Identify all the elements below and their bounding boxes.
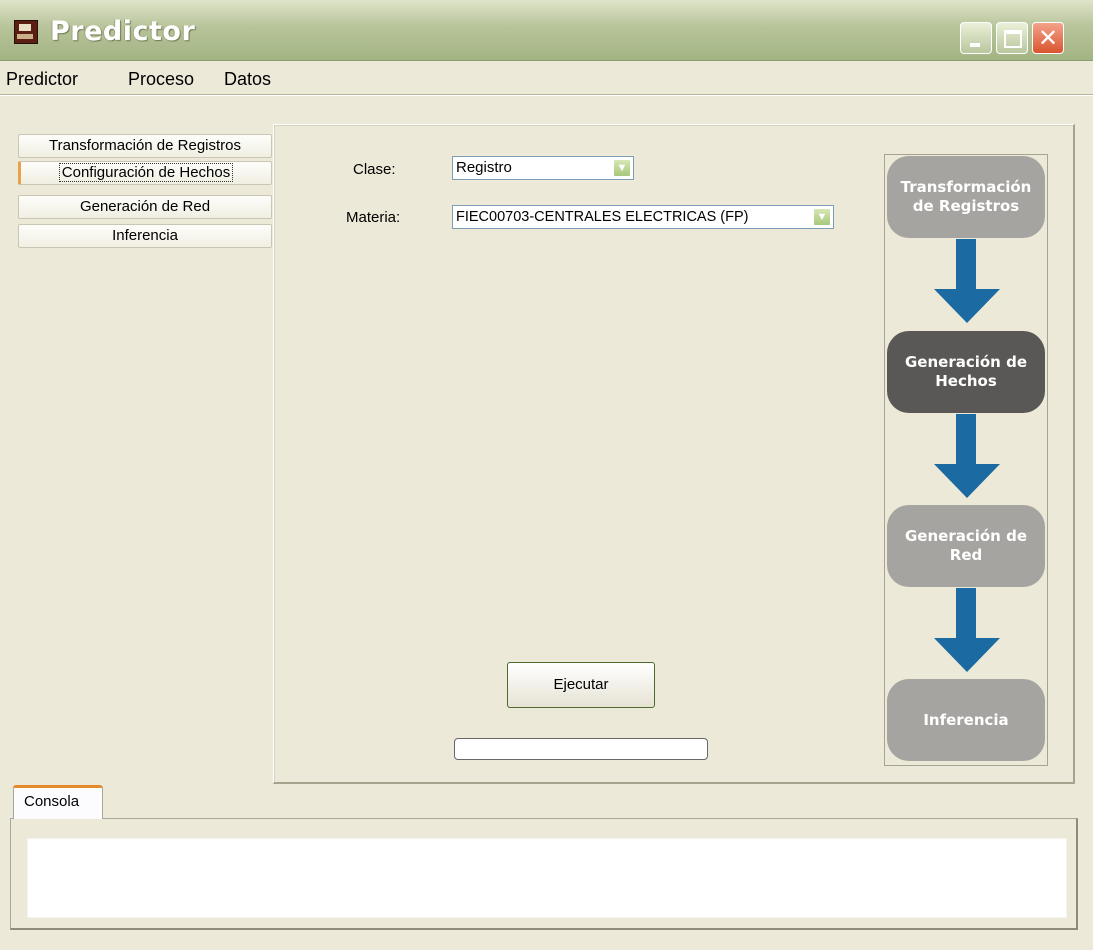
window-title: Predictor	[50, 16, 196, 47]
flow-step-inferencia: Inferencia	[887, 679, 1045, 761]
menu-bar: Predictor Proceso Datos	[0, 62, 1093, 95]
minimize-icon	[970, 43, 980, 47]
title-bar[interactable]: Predictor ✕	[0, 0, 1093, 61]
nav-label: Configuración de Hechos	[58, 163, 234, 182]
progress-bar	[454, 738, 708, 760]
nav-inferencia[interactable]: Inferencia	[18, 224, 272, 248]
minimize-button[interactable]	[960, 22, 992, 54]
arrow-down-icon	[934, 414, 1000, 498]
flow-step-generacion-red: Generación de Red	[887, 505, 1045, 587]
nav-configuracion-hechos[interactable]: Configuración de Hechos	[18, 161, 272, 185]
nav-label: Inferencia	[112, 227, 178, 244]
menu-proceso[interactable]: Proceso	[128, 69, 194, 89]
flow-step-transformacion: Transformación de Registros	[887, 156, 1045, 238]
menu-datos[interactable]: Datos	[224, 69, 271, 89]
close-icon: ✕	[1037, 24, 1059, 52]
chevron-down-icon[interactable]: ▼	[813, 208, 831, 226]
materia-select[interactable]: FIEC00703-CENTRALES ELECTRICAS (FP) ▼	[452, 205, 834, 229]
arrow-down-icon	[934, 239, 1000, 323]
clase-value: Registro	[456, 159, 512, 176]
materia-label: Materia:	[346, 209, 401, 226]
clase-label: Clase:	[353, 161, 396, 178]
materia-value: FIEC00703-CENTRALES ELECTRICAS (FP)	[456, 209, 749, 225]
maximize-icon	[1004, 30, 1022, 48]
console-output[interactable]	[27, 838, 1067, 918]
arrow-down-icon	[934, 588, 1000, 672]
clase-select[interactable]: Registro ▼	[452, 156, 634, 180]
menu-predictor[interactable]: Predictor	[6, 69, 78, 89]
chevron-down-icon[interactable]: ▼	[613, 159, 631, 177]
maximize-button[interactable]	[996, 22, 1028, 54]
tab-consola[interactable]: Consola	[13, 785, 103, 819]
app-icon	[14, 20, 38, 44]
close-button[interactable]: ✕	[1032, 22, 1064, 54]
nav-label: Generación de Red	[79, 198, 211, 215]
flow-step-generacion-hechos: Generación de Hechos	[887, 331, 1045, 413]
nav-generacion-red[interactable]: Generación de Red	[18, 195, 272, 219]
nav-label: Transformación de Registros	[48, 137, 242, 154]
ejecutar-button[interactable]: Ejecutar	[507, 662, 655, 708]
nav-transformacion-registros[interactable]: Transformación de Registros	[18, 134, 272, 158]
